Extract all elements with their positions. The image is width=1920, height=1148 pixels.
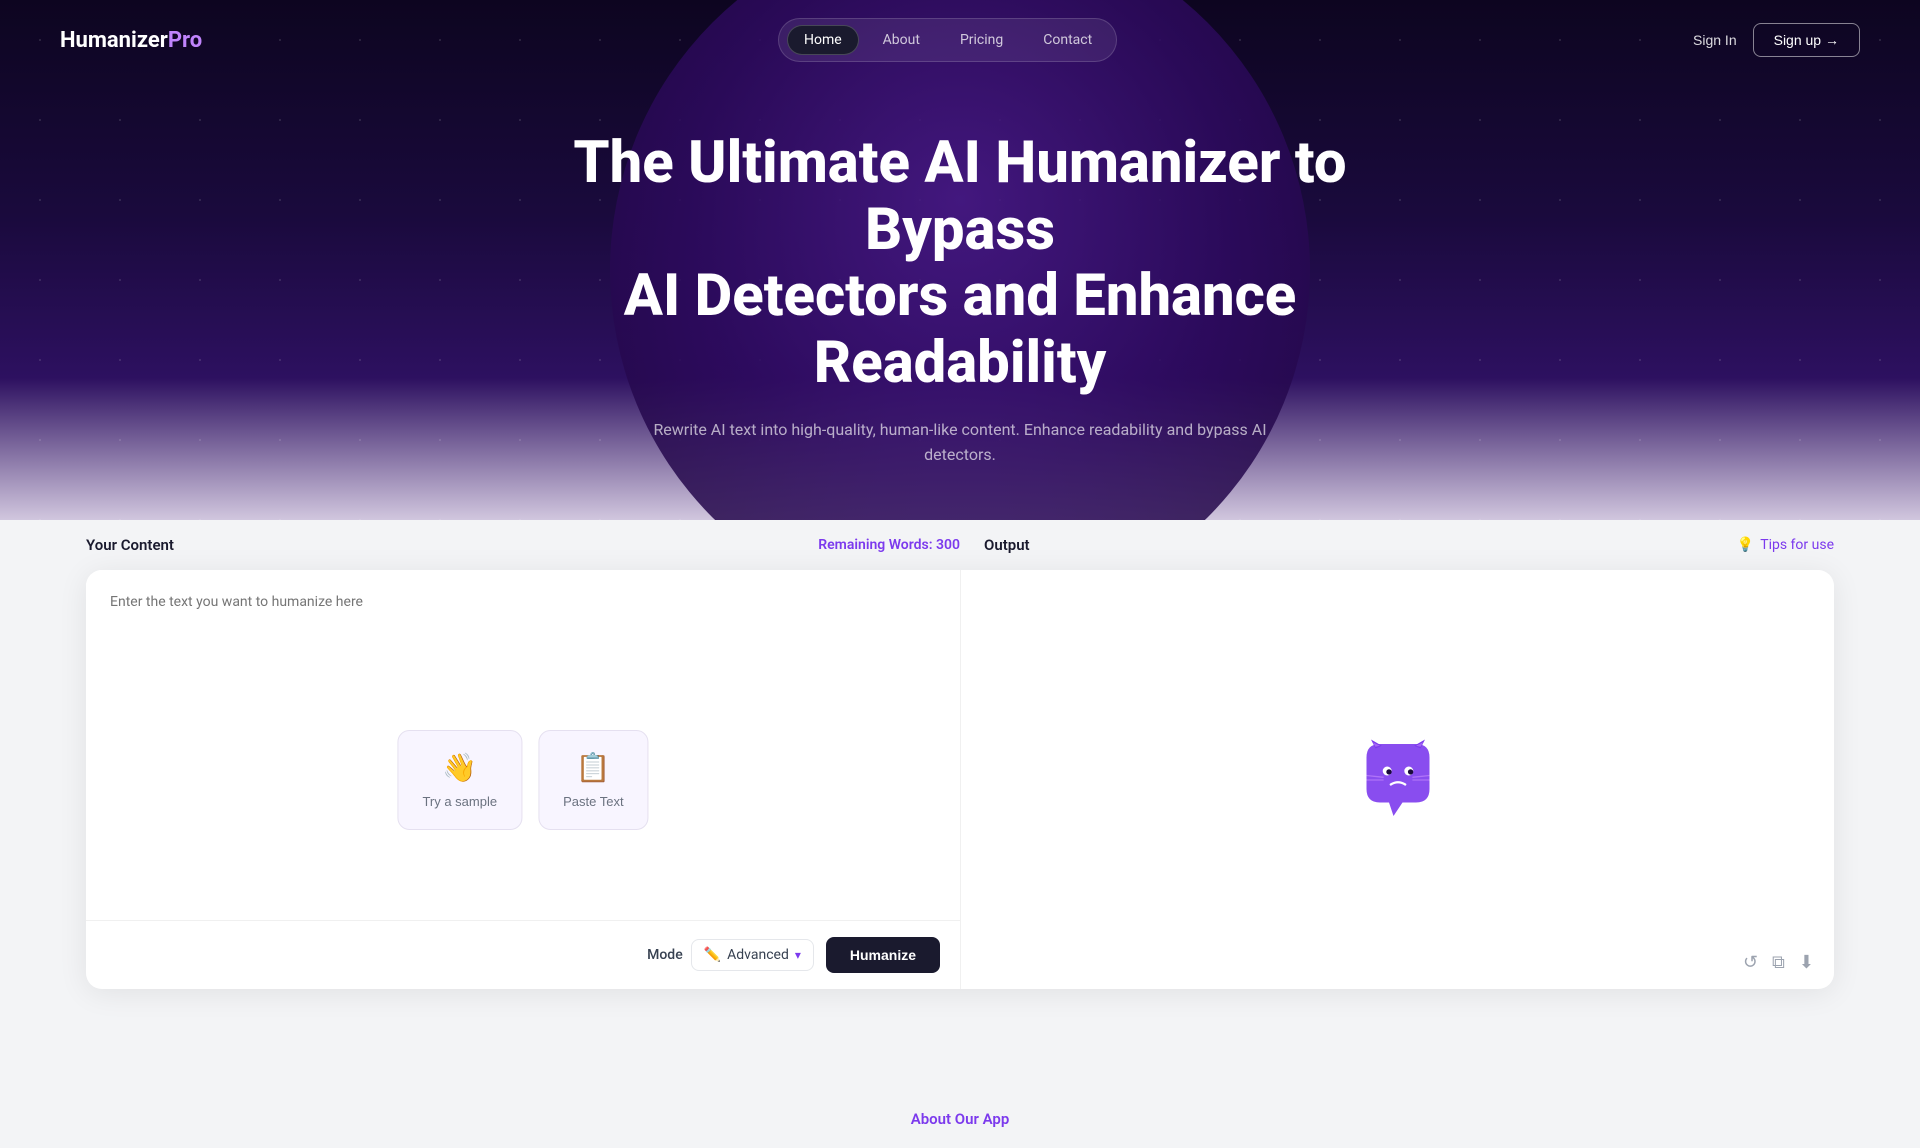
mode-value: Advanced bbox=[727, 947, 789, 963]
navbar: Humanizer Pro Home About Pricing Contact… bbox=[0, 0, 1920, 80]
hero-title-line1: The Ultimate AI Humanizer to Bypass bbox=[573, 129, 1346, 264]
try-sample-button[interactable]: 👋 Try a sample bbox=[397, 730, 522, 830]
sign-up-button[interactable]: Sign up → bbox=[1753, 23, 1860, 57]
output-mascot bbox=[1353, 735, 1443, 825]
sign-in-button[interactable]: Sign In bbox=[1693, 32, 1737, 48]
refresh-icon[interactable]: ↺ bbox=[1743, 952, 1758, 973]
logo-text-pro: Pro bbox=[168, 28, 202, 53]
logo-text-humanizer: Humanizer bbox=[60, 28, 168, 53]
about-teaser: About Our App bbox=[0, 1049, 1920, 1148]
hero-title-line2: AI Detectors and Enhance Readability bbox=[624, 262, 1297, 397]
nav-links: Home About Pricing Contact bbox=[778, 18, 1117, 62]
tool-section: Your Content Remaining Words: 300 Output… bbox=[0, 520, 1920, 1049]
hero-section: Humanizer Pro Home About Pricing Contact… bbox=[0, 0, 1920, 540]
nav-contact[interactable]: Contact bbox=[1027, 26, 1108, 54]
hero-title: The Ultimate AI Humanizer to Bypass AI D… bbox=[530, 130, 1390, 397]
copy-icon[interactable]: ⧉ bbox=[1772, 952, 1785, 973]
mode-dropdown[interactable]: ✏️ Advanced ▾ bbox=[691, 939, 814, 971]
mascot-svg bbox=[1353, 735, 1443, 825]
section-label-right: Output 💡 Tips for use bbox=[960, 520, 1834, 570]
hero-subtitle: Rewrite AI text into high-quality, human… bbox=[640, 417, 1280, 468]
output-label: Output bbox=[984, 536, 1030, 554]
nav-about[interactable]: About bbox=[867, 26, 936, 54]
nav-pricing[interactable]: Pricing bbox=[944, 26, 1019, 54]
section-label-left: Your Content Remaining Words: 300 bbox=[86, 520, 960, 570]
input-footer: Mode ✏️ Advanced ▾ Humanize bbox=[86, 920, 960, 989]
tips-label: Tips for use bbox=[1760, 537, 1834, 553]
humanize-button[interactable]: Humanize bbox=[826, 937, 940, 973]
tips-icon: 💡 bbox=[1737, 537, 1754, 553]
paste-text-label: Paste Text bbox=[563, 794, 623, 809]
hero-content: The Ultimate AI Humanizer to Bypass AI D… bbox=[0, 80, 1920, 498]
sample-buttons-group: 👋 Try a sample 📋 Paste Text bbox=[397, 730, 648, 830]
try-sample-icon: 👋 bbox=[442, 751, 477, 784]
section-labels-row: Your Content Remaining Words: 300 Output… bbox=[86, 520, 1834, 570]
mode-icon: ✏️ bbox=[704, 947, 721, 963]
tool-panels: 👋 Try a sample 📋 Paste Text Mode ✏️ Adva… bbox=[86, 570, 1834, 989]
mode-label: Mode bbox=[647, 947, 683, 963]
paste-text-icon: 📋 bbox=[576, 751, 611, 784]
logo: Humanizer Pro bbox=[60, 28, 202, 53]
output-panel: ↺ ⧉ ⬇ bbox=[960, 570, 1834, 989]
nav-home[interactable]: Home bbox=[787, 25, 859, 55]
mode-selector: Mode ✏️ Advanced ▾ bbox=[647, 939, 814, 971]
remaining-words-label: Remaining Words: 300 bbox=[818, 537, 960, 553]
download-icon[interactable]: ⬇ bbox=[1799, 952, 1814, 973]
nav-actions: Sign In Sign up → bbox=[1693, 23, 1860, 57]
try-sample-label: Try a sample bbox=[422, 794, 497, 809]
chevron-down-icon: ▾ bbox=[795, 948, 801, 962]
your-content-label: Your Content bbox=[86, 536, 174, 554]
output-footer: ↺ ⧉ ⬇ bbox=[1743, 952, 1814, 973]
tips-button[interactable]: 💡 Tips for use bbox=[1737, 537, 1834, 553]
input-panel: 👋 Try a sample 📋 Paste Text Mode ✏️ Adva… bbox=[86, 570, 960, 989]
paste-text-button[interactable]: 📋 Paste Text bbox=[538, 730, 648, 830]
about-our-app-link[interactable]: About Our App bbox=[911, 1110, 1010, 1128]
